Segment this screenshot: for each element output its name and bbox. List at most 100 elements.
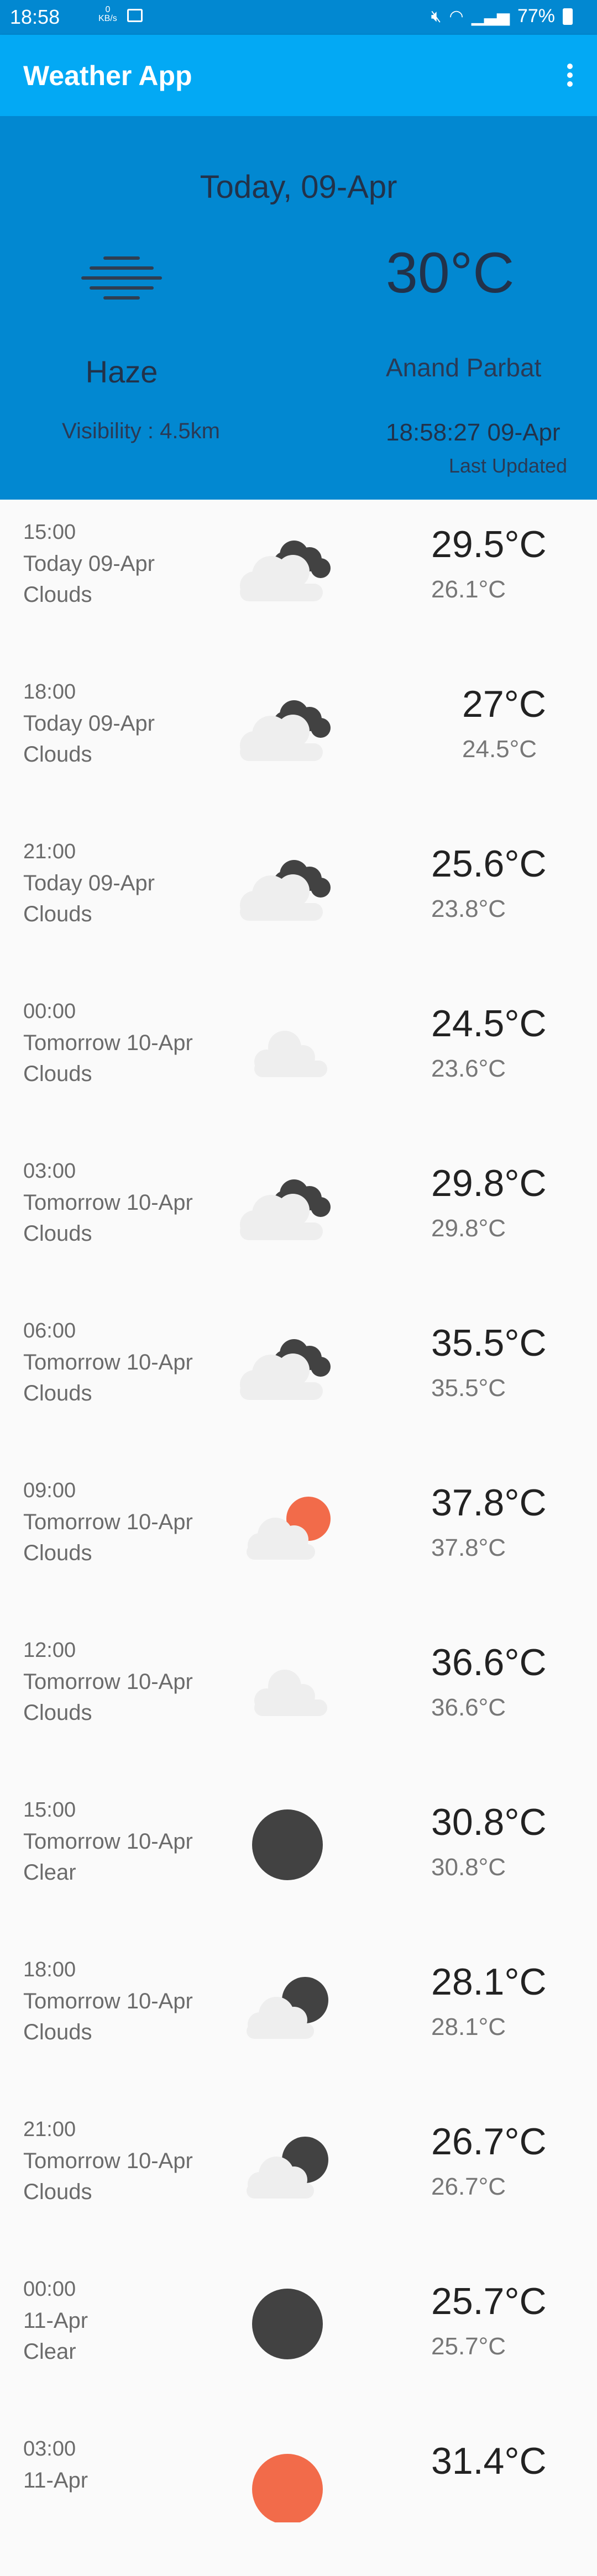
gallery-icon xyxy=(127,9,143,22)
mute-icon: 🔇︎ xyxy=(431,7,442,25)
forecast-row[interactable]: 00:00 Tomorrow 10-Apr Clouds 24.5°C 23.6°C xyxy=(0,979,597,1139)
current-temperature: 30°C xyxy=(386,241,515,305)
forecast-row[interactable]: 06:00 Tomorrow 10-Apr Clouds 35.5°C 35.5°C xyxy=(0,1298,597,1458)
forecast-row[interactable]: 15:00 Today 09-Apr Clouds 29.5°C 26.1°C xyxy=(0,500,597,659)
dark-circle-icon xyxy=(232,1806,343,1884)
last-updated-label: Last Updated xyxy=(448,454,567,477)
forecast-day: Tomorrow 10-Apr xyxy=(23,1510,193,1534)
forecast-description: Clouds xyxy=(23,1221,92,1246)
forecast-row[interactable]: 21:00 Tomorrow 10-Apr Clouds 26.7°C 26.7°C xyxy=(0,2097,597,2257)
forecast-description: Clouds xyxy=(23,1062,92,1086)
visibility: Visibility : 4.5km xyxy=(61,419,220,443)
forecast-temp-max: 27°C xyxy=(462,683,546,725)
cloud-night-icon xyxy=(232,1167,343,1245)
forecast-time: 21:00 xyxy=(23,2118,76,2141)
forecast-day: 11-Apr xyxy=(23,2468,88,2493)
forecast-time: 15:00 xyxy=(23,1798,76,1822)
forecast-row[interactable]: 00:00 11-Apr Clear 25.7°C 25.7°C xyxy=(0,2257,597,2416)
forecast-description: Clear xyxy=(23,2339,76,2364)
forecast-time: 03:00 xyxy=(23,2437,76,2460)
battery-icon xyxy=(563,8,573,25)
forecast-time: 15:00 xyxy=(23,521,76,544)
wifi-icon: ◠ xyxy=(449,7,464,25)
forecast-temp-max: 31.4°C xyxy=(431,2440,547,2482)
current-date: Today, 09-Apr xyxy=(200,169,397,205)
forecast-temp-max: 36.6°C xyxy=(431,1641,547,1683)
signal-icon: ▁▃▅ xyxy=(471,7,510,25)
app-bar: Weather App xyxy=(0,35,597,116)
forecast-temp-min: 23.8°C xyxy=(431,895,506,922)
forecast-temp-max: 37.8°C xyxy=(431,1482,547,1524)
forecast-day: Tomorrow 10-Apr xyxy=(23,1829,193,1854)
forecast-temp-min: 26.7°C xyxy=(431,2173,506,2200)
forecast-time: 18:00 xyxy=(23,680,76,704)
forecast-row[interactable]: 15:00 Tomorrow 10-Apr Clear 30.8°C 30.8°C xyxy=(0,1777,597,1937)
forecast-description: Clouds xyxy=(23,1701,92,1725)
app-title: Weather App xyxy=(23,60,192,91)
forecast-temp-max: 29.5°C xyxy=(431,523,547,565)
forecast-temp-min: 24.5°C xyxy=(462,736,537,763)
forecast-day: Tomorrow 10-Apr xyxy=(23,1350,193,1374)
net-speed-indicator: 0 KB/s xyxy=(98,5,117,23)
forecast-description: Clouds xyxy=(23,902,92,926)
forecast-temp-min: 23.6°C xyxy=(431,1055,506,1082)
status-right-icons: 🔇︎ ◠ ▁▃▅ 77% xyxy=(431,6,573,27)
forecast-description: Clouds xyxy=(23,742,92,767)
forecast-row[interactable]: 12:00 Tomorrow 10-Apr Clouds 36.6°C 36.6°C xyxy=(0,1618,597,1777)
status-bar: 18:58 0 KB/s 🔇︎ ◠ ▁▃▅ 77% xyxy=(0,0,597,35)
moon-cloud-icon xyxy=(232,1966,343,2043)
cloud-night-icon xyxy=(232,688,343,765)
forecast-time: 03:00 xyxy=(23,1160,76,1183)
cloud-night-icon xyxy=(232,848,343,925)
dark-circle-icon xyxy=(232,2285,343,2363)
forecast-temp-max: 25.6°C xyxy=(431,843,547,885)
forecast-time: 00:00 xyxy=(23,2278,76,2301)
battery-percent: 77% xyxy=(517,6,555,27)
haze-icon xyxy=(81,256,162,300)
forecast-day: Tomorrow 10-Apr xyxy=(23,1031,193,1055)
sun-cloud-icon xyxy=(232,1487,343,1564)
forecast-temp-min: 25.7°C xyxy=(431,2333,506,2360)
forecast-temp-max: 25.7°C xyxy=(431,2280,547,2322)
current-weather-panel: Today, 09-Apr 30°C Haze Anand Parbat Vis… xyxy=(0,116,597,500)
forecast-description: Clouds xyxy=(23,583,92,607)
forecast-temp-max: 26.7°C xyxy=(431,2121,547,2163)
forecast-time: 12:00 xyxy=(23,1639,76,1662)
forecast-description: Clouds xyxy=(23,1541,92,1565)
forecast-day: Today 09-Apr xyxy=(23,711,155,736)
forecast-description: Clouds xyxy=(23,2020,92,2044)
forecast-temp-max: 28.1°C xyxy=(431,1961,547,2003)
forecast-day: Tomorrow 10-Apr xyxy=(23,1670,193,1694)
forecast-day: Today 09-Apr xyxy=(23,552,155,576)
city-name: Anand Parbat xyxy=(386,353,542,382)
forecast-description: Clear xyxy=(23,1860,76,1885)
light-cloud-icon xyxy=(232,1008,343,1085)
forecast-temp-max: 24.5°C xyxy=(431,1003,547,1045)
forecast-row[interactable]: 18:00 Tomorrow 10-Apr Clouds 28.1°C 28.1°C xyxy=(0,1937,597,2097)
forecast-row[interactable]: 18:00 Today 09-Apr Clouds 27°C 24.5°C xyxy=(0,659,597,819)
forecast-temp-min: 26.1°C xyxy=(431,576,506,603)
forecast-row[interactable]: 21:00 Today 09-Apr Clouds 25.6°C 23.8°C xyxy=(0,819,597,979)
forecast-row[interactable]: 03:00 Tomorrow 10-Apr Clouds 29.8°C 29.8°C xyxy=(0,1139,597,1298)
forecast-time: 00:00 xyxy=(23,1000,76,1023)
forecast-time: 09:00 xyxy=(23,1479,76,1502)
forecast-list[interactable]: 15:00 Today 09-Apr Clouds 29.5°C 26.1°C 18:00… xyxy=(0,500,597,2576)
forecast-day: Tomorrow 10-Apr xyxy=(23,2149,193,2173)
current-condition: Haze xyxy=(85,354,158,389)
cloud-night-icon xyxy=(232,1327,343,1404)
forecast-temp-min: 30.8°C xyxy=(431,1854,506,1881)
moon-cloud-icon xyxy=(232,2126,343,2203)
forecast-temp-max: 29.8°C xyxy=(431,1162,547,1204)
forecast-time: 06:00 xyxy=(23,1319,76,1342)
forecast-temp-min: 35.5°C xyxy=(431,1374,506,1402)
forecast-temp-min: 36.6°C xyxy=(431,1694,506,1721)
forecast-row[interactable]: 03:00 11-Apr 31.4°C xyxy=(0,2416,597,2576)
forecast-row[interactable]: 09:00 Tomorrow 10-Apr Clouds 37.8°C 37.8°C xyxy=(0,1458,597,1618)
forecast-day: 11-Apr xyxy=(23,2309,88,2333)
forecast-day: Tomorrow 10-Apr xyxy=(23,1989,193,2013)
forecast-temp-max: 35.5°C xyxy=(431,1322,547,1364)
more-vert-icon[interactable] xyxy=(567,64,574,90)
last-updated-time: 18:58:27 09-Apr xyxy=(386,419,561,446)
light-cloud-icon xyxy=(232,1646,343,1724)
forecast-temp-min: 29.8°C xyxy=(431,1215,506,1242)
